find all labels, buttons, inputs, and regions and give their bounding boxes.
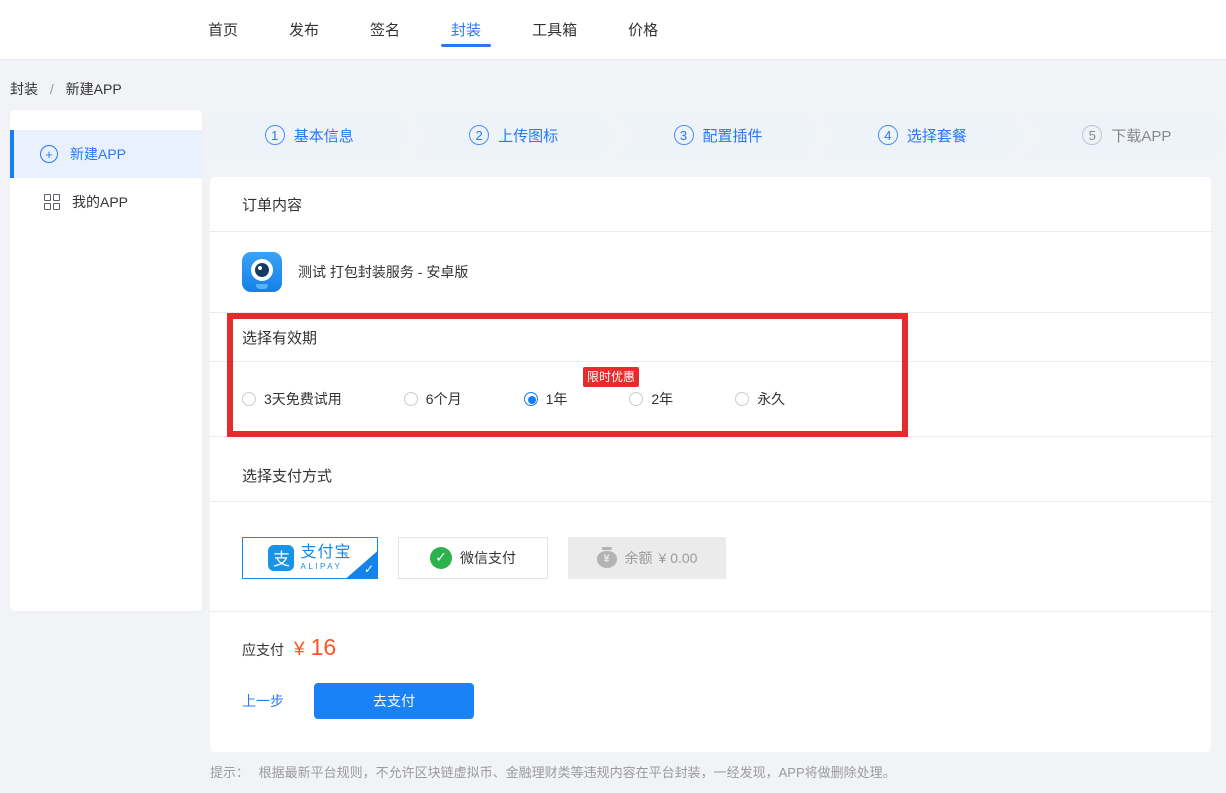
wechat-name: 微信支付: [460, 548, 516, 568]
step-label: 基本信息: [294, 125, 354, 146]
action-row: 上一步 去支付: [242, 683, 1179, 719]
radio-3day-trial[interactable]: 3天免费试用: [242, 389, 342, 409]
nav-item-price[interactable]: 价格: [628, 0, 658, 59]
validity-header: 选择有效期: [210, 313, 1211, 362]
nav-items: 首页 发布 签名 封装 工具箱 价格: [208, 0, 658, 59]
limited-time-offer-badge: 限时优惠: [583, 367, 639, 387]
sidebar-item-label: 新建APP: [70, 144, 126, 164]
section-title: 订单内容: [242, 194, 302, 215]
radio-label: 6个月: [426, 389, 462, 409]
nav-item-sign[interactable]: 签名: [370, 0, 400, 59]
tip-label: 提示：: [210, 765, 249, 780]
top-nav: 首页 发布 签名 封装 工具箱 价格: [0, 0, 1226, 60]
radio-icon-selected[interactable]: [524, 392, 538, 406]
section-title: 选择支付方式: [242, 465, 332, 486]
step-upload-icon[interactable]: 2 上传图标: [414, 112, 612, 158]
step-basic-info[interactable]: 1 基本信息: [210, 112, 408, 158]
payment-methods: 支 支付宝 ALIPAY ✓ ✓ 微信支付 ¥ 余额 ¥ 0.00: [210, 502, 1211, 612]
grid-icon: [44, 194, 60, 210]
app-logo-icon: [242, 252, 282, 292]
radio-icon[interactable]: [242, 392, 256, 406]
sidebar-item-my-apps[interactable]: 我的APP: [10, 178, 202, 226]
step-label: 上传图标: [498, 125, 558, 146]
radio-forever[interactable]: 永久: [735, 389, 785, 409]
nav-item-toolbox[interactable]: 工具箱: [532, 0, 577, 59]
product-name: 测试 打包封装服务 - 安卓版: [298, 262, 468, 282]
currency-symbol: ¥: [294, 639, 305, 661]
go-pay-button[interactable]: 去支付: [314, 683, 474, 719]
step-label: 选择套餐: [907, 125, 967, 146]
step-number: 5: [1082, 125, 1102, 145]
breadcrumb-current: 新建APP: [66, 81, 122, 97]
radio-1-year[interactable]: 1年: [524, 389, 568, 409]
payable-label: 应支付: [242, 640, 284, 660]
alipay-subtitle: ALIPAY: [300, 563, 351, 571]
nav-item-publish[interactable]: 发布: [289, 0, 319, 59]
order-content-header: 订单内容: [210, 177, 1211, 232]
step-number: 2: [469, 125, 489, 145]
validity-options: 3天免费试用 6个月 1年 2年 永久: [210, 362, 1211, 437]
order-panel: 订单内容 测试 打包封装服务 - 安卓版 选择有效期 3天免费试用 6个月 1年…: [210, 177, 1211, 752]
radio-6-months[interactable]: 6个月: [404, 389, 462, 409]
nav-item-home[interactable]: 首页: [208, 0, 238, 59]
payment-card-alipay[interactable]: 支 支付宝 ALIPAY ✓: [242, 537, 378, 579]
breadcrumb-separator: /: [50, 81, 54, 97]
payable-amount: 16: [311, 634, 337, 661]
alipay-name: 支付宝: [300, 545, 351, 561]
payment-header: 选择支付方式: [210, 437, 1211, 502]
payment-card-balance: ¥ 余额 ¥ 0.00: [568, 537, 726, 579]
nav-item-package[interactable]: 封装: [451, 0, 481, 59]
sidebar: + 新建APP 我的APP: [10, 110, 202, 611]
payable-row: 应支付 ¥ 16: [242, 634, 1179, 661]
radio-icon[interactable]: [404, 392, 418, 406]
checkout-section: 应支付 ¥ 16 上一步 去支付: [210, 612, 1211, 752]
step-download-app: 5 下载APP: [1028, 112, 1226, 158]
money-bag-icon: ¥: [597, 551, 617, 568]
tip-text: 根据最新平台规则，不允许区块链虚拟币、金融理财类等违规内容在平台封装，一经发现，…: [259, 765, 896, 780]
plus-circle-icon: +: [40, 145, 58, 163]
step-configure-plugins[interactable]: 3 配置插件: [619, 112, 817, 158]
step-number: 4: [878, 125, 898, 145]
previous-step-link[interactable]: 上一步: [242, 691, 284, 711]
step-select-plan[interactable]: 4 选择套餐: [823, 112, 1021, 158]
product-row: 测试 打包封装服务 - 安卓版: [210, 232, 1211, 313]
radio-2-years[interactable]: 2年: [629, 389, 673, 409]
step-label: 配置插件: [703, 125, 763, 146]
payment-card-wechat[interactable]: ✓ 微信支付: [398, 537, 548, 579]
app-logo-lens: [251, 259, 273, 281]
radio-label: 2年: [651, 389, 673, 409]
alipay-logo-icon: 支: [268, 545, 294, 571]
step-number: 1: [265, 125, 285, 145]
breadcrumb: 封装 / 新建APP: [10, 79, 122, 99]
step-label: 下载APP: [1111, 125, 1171, 146]
radio-label: 3天免费试用: [264, 389, 342, 409]
radio-icon[interactable]: [629, 392, 643, 406]
section-title: 选择有效期: [242, 327, 317, 348]
balance-name: 余额: [625, 548, 653, 568]
radio-label: 永久: [757, 389, 785, 409]
wechat-pay-icon: ✓: [430, 547, 452, 569]
radio-icon[interactable]: [735, 392, 749, 406]
step-number: 3: [674, 125, 694, 145]
step-wizard: 1 基本信息 2 上传图标 3 配置插件 4 选择套餐 5 下载APP: [210, 112, 1226, 158]
sidebar-item-new-app[interactable]: + 新建APP: [10, 130, 202, 178]
balance-amount: ¥ 0.00: [659, 550, 698, 566]
radio-label: 1年: [546, 389, 568, 409]
sidebar-item-label: 我的APP: [72, 192, 128, 212]
breadcrumb-section[interactable]: 封装: [10, 81, 38, 97]
footer-tip: 提示： 根据最新平台规则，不允许区块链虚拟币、金融理财类等违规内容在平台封装，一…: [210, 762, 896, 781]
